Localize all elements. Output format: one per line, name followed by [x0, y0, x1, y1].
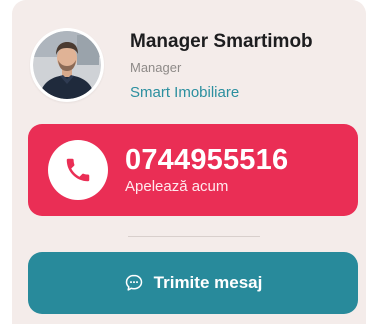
call-text: 0744955516 Apelează acum — [125, 144, 288, 196]
phone-number: 0744955516 — [125, 144, 289, 176]
send-message-label: Trimite mesaj — [153, 273, 263, 292]
chat-bubble-icon — [124, 273, 144, 293]
divider — [128, 236, 260, 237]
send-message-button[interactable]: Trimite mesaj — [28, 252, 358, 314]
avatar — [30, 28, 104, 102]
agent-contact-card: Manager Smartimob Manager Smart Imobilia… — [12, 0, 366, 324]
agent-info: Manager Smartimob Manager Smart Imobilia… — [130, 28, 313, 102]
phone-icon — [48, 140, 108, 200]
agent-photo — [33, 31, 101, 99]
agent-role: Manager — [130, 60, 182, 75]
agent-header: Manager Smartimob Manager Smart Imobilia… — [30, 28, 360, 108]
call-button[interactable]: 0744955516 Apelează acum — [28, 124, 358, 216]
call-subtitle: Apelează acum — [125, 178, 229, 195]
agent-company-link[interactable]: Smart Imobiliare — [130, 84, 313, 102]
agent-name: Manager Smartimob — [130, 31, 313, 52]
